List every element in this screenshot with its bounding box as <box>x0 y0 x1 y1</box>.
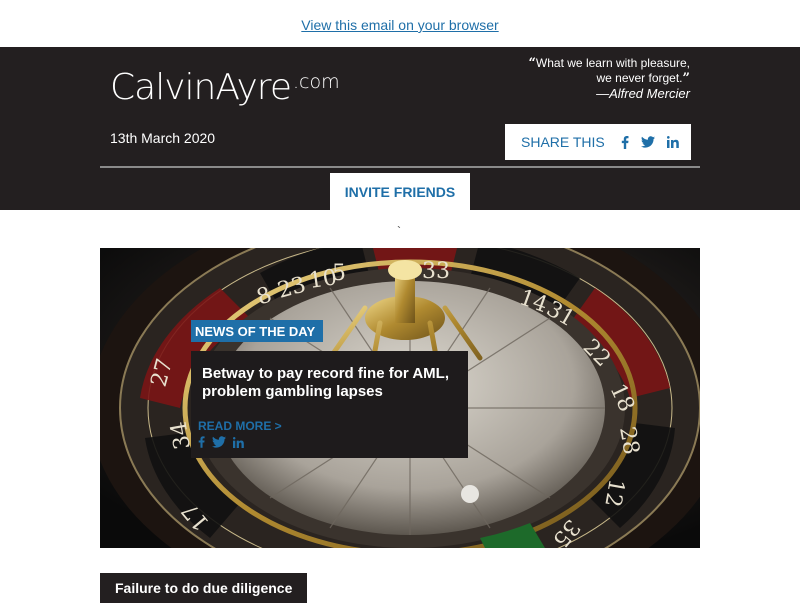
news-social-links <box>198 436 251 448</box>
facebook-icon[interactable] <box>621 135 629 149</box>
quote-line-2: we never forget. <box>596 71 683 85</box>
featured-news-card: Betway to pay record fine for AML, probl… <box>191 351 468 458</box>
stray-backtick: ` <box>397 224 401 238</box>
quote-close-mark: ” <box>682 71 690 86</box>
linkedin-icon[interactable] <box>233 436 244 448</box>
header-divider <box>100 166 700 168</box>
logo-suffix: .com <box>292 71 340 93</box>
email-header: CalvinAyre .com “What we learn with pleas… <box>0 47 800 210</box>
svg-text:28: 28 <box>614 425 643 457</box>
svg-text:5: 5 <box>332 261 346 286</box>
svg-text:33: 33 <box>422 259 450 284</box>
twitter-icon[interactable] <box>640 136 655 148</box>
read-more-link[interactable]: READ MORE > <box>198 419 282 433</box>
quote-line-1: What we learn with pleasure, <box>535 56 690 70</box>
browser-link-bar: View this email on your browser <box>0 0 800 47</box>
issue-date: 13th March 2020 <box>110 130 216 146</box>
twitter-icon[interactable] <box>212 436 226 448</box>
linkedin-icon[interactable] <box>666 136 679 148</box>
featured-news-title[interactable]: Betway to pay record fine for AML, probl… <box>202 365 464 401</box>
share-box: SHARE THIS <box>505 124 691 160</box>
facebook-icon[interactable] <box>198 436 205 448</box>
quote-open-mark: “ <box>528 56 536 71</box>
logo-main: CalvinAyre <box>110 67 292 108</box>
svg-text:12: 12 <box>599 477 628 509</box>
share-label: SHARE THIS <box>521 134 605 150</box>
view-in-browser-link[interactable]: View this email on your browser <box>0 17 800 33</box>
invite-friends-button[interactable]: INVITE FRIENDS <box>330 173 470 210</box>
site-logo[interactable]: CalvinAyre .com <box>110 67 340 108</box>
header-quote: “What we learn with pleasure, we never f… <box>430 56 690 101</box>
news-of-the-day-tag: NEWS OF THE DAY <box>191 320 324 342</box>
next-article-title[interactable]: Failure to do due diligence <box>100 573 307 603</box>
quote-author: —Alfred Mercier <box>596 86 690 101</box>
